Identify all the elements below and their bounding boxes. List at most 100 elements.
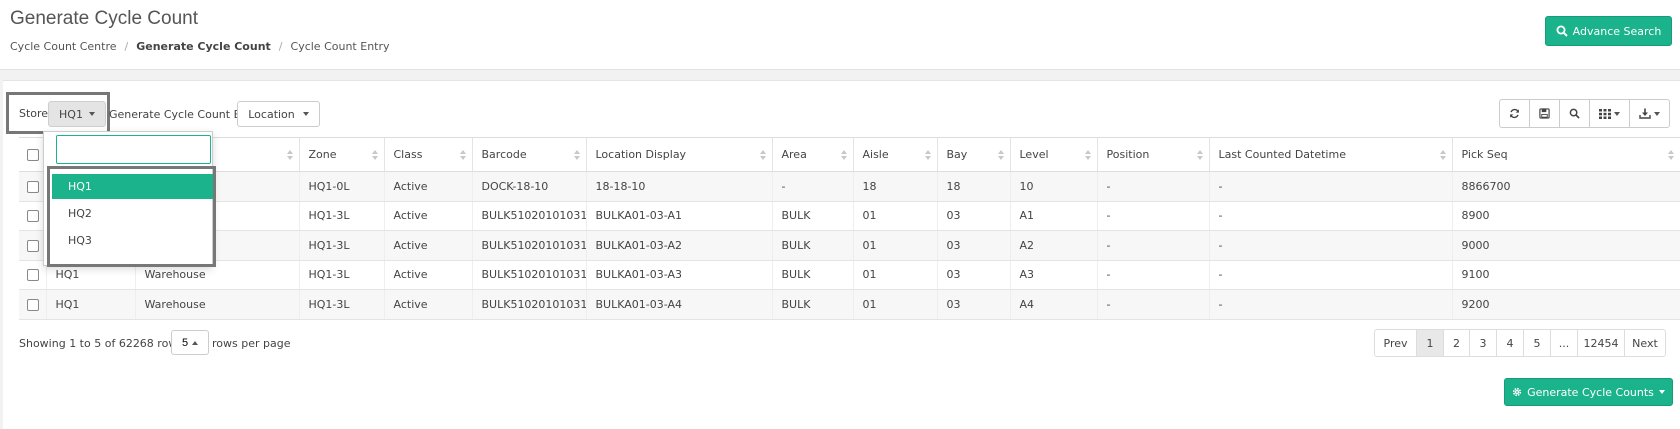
breadcrumb: Cycle Count Centre / Generate Cycle Count /…	[10, 40, 390, 53]
row-select-cell[interactable]	[19, 260, 46, 290]
row-select-cell[interactable]	[19, 201, 46, 231]
breadcrumb-cycle-count-centre[interactable]: Cycle Count Centre	[10, 40, 117, 53]
table-cell: BULKA01-03-A4	[585, 289, 772, 320]
store-dropdown-search-input[interactable]	[56, 135, 211, 164]
columns-button[interactable]	[1589, 99, 1630, 128]
table-row[interactable]: HQ1WarehouseHQ1-3LActiveBULK510201010314…	[19, 289, 1680, 320]
breadcrumb-separator: /	[124, 40, 129, 53]
table-cell: -	[1096, 171, 1209, 202]
sort-icon	[759, 150, 766, 160]
row-select-cell[interactable]	[19, 230, 46, 261]
table-row[interactable]: HQ1-0L Active DOCK-18-10 18-18-10-18 18 10- -8…	[19, 171, 1680, 202]
page-button[interactable]: 1	[1416, 329, 1444, 357]
table-row[interactable]: HQ1-3LActiveBULK5102010103113BULKA01-03-…	[19, 201, 1680, 231]
table-cell: 18	[936, 171, 1010, 202]
search-toggle-button[interactable]	[1559, 99, 1590, 128]
table-cell: -	[1208, 171, 1452, 202]
column-header-position[interactable]: Position	[1096, 137, 1209, 172]
table-cell: 18-18-10	[585, 171, 772, 202]
table-cell: BULKA01-03-A2	[585, 230, 772, 261]
chevron-down-icon	[88, 112, 95, 116]
row-checkbox[interactable]	[27, 210, 39, 223]
save-button[interactable]	[1529, 99, 1560, 128]
generate-by-value: Location	[248, 107, 295, 121]
cycle-count-table: e Zone Class Barcode Location Display Ar…	[19, 137, 1680, 320]
table-row[interactable]: HQ1WarehouseHQ1-3LActiveBULK510201010313…	[19, 260, 1680, 290]
table-header-row: e Zone Class Barcode Location Display Ar…	[19, 137, 1680, 172]
table-row[interactable]: HQ1-3LActiveBULK5102010103122BULKA01-03-…	[19, 230, 1680, 261]
table-cell: 03	[936, 289, 1010, 320]
pagination: Prev 1 2 3 4 5 ... 12454 Next	[1374, 329, 1666, 357]
column-header-aisle[interactable]: Aisle	[852, 137, 937, 172]
refresh-button[interactable]	[1499, 99, 1530, 128]
gear-icon	[1512, 387, 1522, 397]
table-cell: BULK	[771, 289, 853, 320]
page-button[interactable]: 3	[1469, 329, 1497, 357]
column-header-barcode[interactable]: Barcode	[471, 137, 586, 172]
breadcrumb-cycle-count-entry[interactable]: Cycle Count Entry	[291, 40, 390, 53]
table-cell: -	[1096, 230, 1209, 261]
page-ellipsis: ...	[1550, 329, 1578, 357]
refresh-icon	[1510, 108, 1519, 119]
advance-search-button[interactable]: Advance Search	[1545, 16, 1672, 46]
table-cell: DOCK-18-10	[471, 171, 586, 202]
store-select-value: HQ1	[59, 107, 83, 121]
page-button[interactable]: 5	[1523, 329, 1551, 357]
table-cell: HQ1-3L	[298, 230, 384, 261]
column-header-location-display[interactable]: Location Display	[585, 137, 772, 172]
table-cell: 01	[852, 289, 937, 320]
column-header-bay[interactable]: Bay	[936, 137, 1010, 172]
row-checkbox[interactable]	[27, 269, 39, 282]
column-header-last-counted[interactable]: Last Counted Datetime	[1208, 137, 1452, 172]
page-button[interactable]: 2	[1443, 329, 1470, 357]
table-cell: -	[1208, 201, 1452, 231]
table-cell: BULK	[771, 230, 853, 261]
chevron-down-icon	[302, 112, 309, 116]
page-prev-button[interactable]: Prev	[1374, 329, 1417, 357]
rows-per-page-label: rows per page	[212, 337, 291, 350]
export-button[interactable]	[1629, 99, 1670, 128]
row-checkbox[interactable]	[27, 239, 39, 252]
sort-icon	[1196, 150, 1203, 160]
table-body: HQ1-0L Active DOCK-18-10 18-18-10-18 18 10- -8…	[19, 171, 1680, 320]
chevron-down-icon	[1654, 111, 1660, 116]
select-all-checkbox[interactable]	[27, 149, 39, 161]
store-select-button[interactable]: HQ1	[48, 101, 106, 127]
page-next-button[interactable]: Next	[1624, 329, 1666, 357]
row-select-cell[interactable]	[19, 289, 46, 320]
save-icon	[1539, 108, 1550, 119]
row-checkbox[interactable]	[27, 298, 39, 311]
column-header-area[interactable]: Area	[771, 137, 853, 172]
table-cell: HQ1	[45, 289, 135, 320]
table-cell: A3	[1009, 260, 1097, 290]
table-cell: BULK	[771, 260, 853, 290]
rows-per-page-value: 5	[181, 336, 189, 349]
table-cell: -	[1096, 260, 1209, 290]
table-cell: BULK5102010103113	[471, 201, 586, 231]
chevron-up-icon	[192, 340, 199, 345]
breadcrumb-separator: /	[278, 40, 283, 53]
page-title: Generate Cycle Count	[10, 8, 198, 29]
table-cell: -	[771, 171, 853, 202]
column-header-class[interactable]: Class	[383, 137, 472, 172]
generate-cycle-counts-button[interactable]: Generate Cycle Counts	[1504, 378, 1673, 406]
row-select-cell[interactable]	[19, 171, 46, 202]
column-header-level[interactable]: Level	[1009, 137, 1097, 172]
sort-icon	[459, 150, 466, 160]
showing-rows-text: Showing 1 to 5 of 62268 rows	[19, 337, 184, 350]
row-checkbox[interactable]	[27, 180, 39, 193]
page-button-last[interactable]: 12454	[1577, 329, 1625, 357]
column-header-zone[interactable]: Zone	[298, 137, 384, 172]
sort-icon	[573, 150, 580, 160]
column-header-pick-seq[interactable]: Pick Seq	[1451, 137, 1680, 172]
sort-icon	[924, 150, 931, 160]
table-cell: Active	[383, 201, 472, 231]
table-cell: HQ1-3L	[298, 289, 384, 320]
page-button[interactable]: 4	[1496, 329, 1524, 357]
rows-per-page-select[interactable]: 5	[171, 330, 209, 355]
generate-by-select-button[interactable]: Location	[237, 101, 320, 127]
table-cell: HQ1-3L	[298, 260, 384, 290]
table-cell: A1	[1009, 201, 1097, 231]
table-cell: A2	[1009, 230, 1097, 261]
table-cell: BULK5102010103140	[471, 289, 586, 320]
